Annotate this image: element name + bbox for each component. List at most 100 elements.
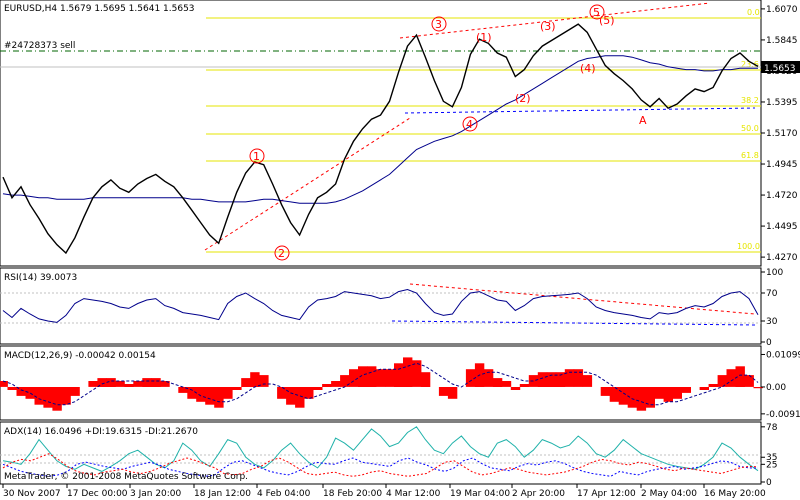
macd-bar (636, 387, 647, 411)
time-tick-label: 2 Apr 20:00 (512, 489, 565, 499)
macd-bar (403, 357, 413, 387)
fib-label-0: 0.0 (747, 8, 760, 17)
axis-tick-label: 30 (766, 317, 778, 327)
trading-chart[interactable]: 0.0 23.6 38.2 50.0 61.8 100.0 1 2 3 4 (1… (0, 0, 800, 500)
macd-bar (537, 372, 548, 387)
axis-tick-label: 1.4945 (766, 160, 798, 170)
macd-bar (663, 387, 673, 402)
fib-label-100: 100.0 (737, 242, 760, 251)
wave-label-3: 3 (435, 18, 442, 31)
macd-bar (618, 387, 629, 405)
axis-tick-label: 1.5170 (766, 129, 798, 139)
fib-label-50: 50.0 (741, 124, 759, 133)
wave-label-1: 1 (253, 150, 260, 163)
wave-label-ii: (2) (515, 92, 531, 105)
wave-label-a: A (639, 114, 647, 127)
macd-bar (681, 387, 691, 393)
axis-tick-label: 25 (766, 460, 777, 470)
macd-bar (465, 369, 476, 387)
wave-label-i: (1) (476, 31, 492, 44)
macd-bar (241, 378, 251, 387)
current-price-value: 1.5653 (764, 64, 796, 74)
price-axis: 1.60701.58451.56201.53951.51701.49451.47… (761, 5, 798, 263)
axis-tick-label: 0 (766, 338, 772, 348)
macd-bar (52, 387, 62, 411)
macd-bar (420, 372, 431, 387)
macd-bar (699, 387, 709, 390)
time-tick-label: 4 Feb 04:00 (257, 489, 311, 499)
macd-bar (555, 372, 566, 387)
macd-bar (196, 387, 206, 402)
macd-bar (232, 387, 242, 390)
macd-bar (7, 387, 17, 390)
macd-bar (510, 387, 521, 390)
wave-label-v: (5) (599, 14, 615, 27)
fib-label-38: 38.2 (741, 96, 759, 105)
macd-bar (70, 387, 80, 396)
adx-title: ADX(14) 16.0496 +DI:19.6315 -DI:21.2670 (4, 427, 198, 437)
fib-label-61: 61.8 (741, 151, 759, 160)
axis-tick-label: 1.4495 (766, 222, 798, 232)
time-tick-label: 16 May 20:00 (704, 489, 766, 499)
time-tick-label: 3 Jan 20:00 (130, 489, 182, 499)
order-label: #24728373 sell (4, 41, 75, 51)
macd-bar (744, 375, 754, 387)
macd-bar (61, 387, 71, 405)
time-tick-label: 17 Dec 00:00 (67, 489, 128, 499)
macd-bar (645, 387, 655, 408)
time-tick-label: 19 Mar 04:00 (450, 489, 510, 499)
macd-bar (205, 387, 215, 405)
wave-label-2: 2 (278, 247, 285, 260)
macd-bar (609, 387, 620, 402)
price-pane-title: EURUSD,H4 1.5679 1.5695 1.5641 1.5653 (4, 4, 195, 14)
macd-bar (672, 387, 682, 399)
axis-tick-label: 0.00 (766, 383, 786, 393)
macd-bar (438, 387, 449, 396)
macd-bar (34, 387, 44, 405)
macd-bar (546, 372, 557, 387)
axis-tick-label: 1.6070 (766, 5, 798, 15)
macd-bar (654, 387, 664, 399)
macd-bar (492, 378, 503, 387)
time-tick-label: 2 May 04:00 (641, 489, 697, 499)
axis-tick-label: 1.5845 (766, 36, 798, 46)
macd-bar (447, 387, 458, 399)
axis-tick-label: 1.4720 (766, 191, 798, 201)
axis-tick-label: 70 (766, 289, 778, 299)
time-tick-label: 18 Jan 12:00 (194, 489, 251, 499)
macd-bar (600, 387, 611, 396)
macd-bar (582, 375, 593, 387)
macd-bar (501, 381, 512, 387)
macd-bar (250, 372, 260, 387)
macd-bar (151, 378, 161, 387)
macd-bar (717, 375, 727, 387)
macd-bar (295, 387, 305, 408)
macd-bar (115, 381, 125, 387)
macd-bar (376, 369, 386, 387)
macd-bar (322, 384, 332, 387)
macd-bar (385, 369, 395, 387)
macd-bar (124, 384, 134, 387)
axis-tick-label: -0.0091 (766, 410, 800, 420)
macd-bar (214, 387, 224, 408)
axis-tick-label: 100 (766, 268, 783, 278)
macd-bar (133, 381, 143, 387)
macd-title: MACD(12,26,9) -0.00042 0.00154 (4, 351, 156, 361)
time-tick-label: 4 Mar 12:00 (386, 489, 441, 499)
time-tick-label: 30 Nov 2007 (3, 489, 61, 499)
macd-bar (187, 387, 197, 399)
macd-bar (277, 387, 287, 399)
macd-bar (43, 387, 53, 408)
wave-label-iii: (3) (540, 20, 556, 33)
macd-bar (331, 381, 341, 387)
macd-bar (286, 387, 296, 405)
macd-bar (519, 384, 530, 387)
macd-bar (142, 378, 152, 387)
axis-tick-label: 0.01099 (766, 350, 800, 360)
macd-bar (528, 375, 539, 387)
macd-bar (0, 381, 8, 387)
macd-bar (223, 387, 233, 399)
macd-bar (726, 369, 736, 387)
macd-bar (25, 387, 35, 399)
time-tick-label: 18 Feb 20:00 (323, 489, 382, 499)
